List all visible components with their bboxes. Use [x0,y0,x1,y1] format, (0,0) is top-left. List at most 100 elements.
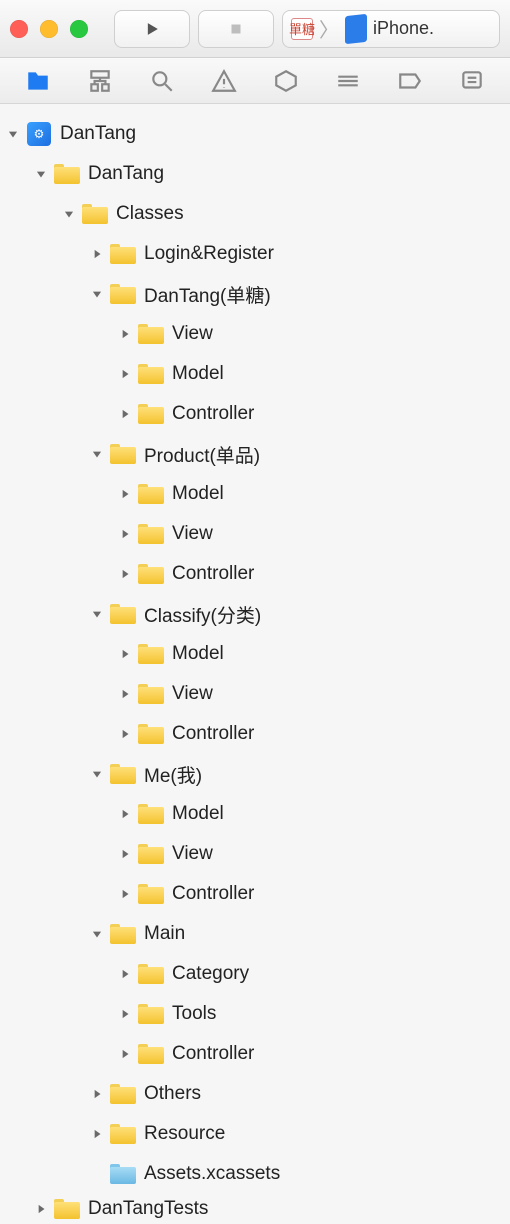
disclosure-triangle-icon[interactable] [114,683,136,705]
debug-navigator-icon[interactable] [334,67,362,95]
disclosure-triangle-icon[interactable] [30,163,52,185]
tree-row[interactable]: Model [0,634,510,674]
tree-row-label: DanTang [60,123,136,145]
tree-row[interactable]: Controller [0,874,510,914]
disclosure-triangle-icon[interactable] [114,723,136,745]
tree-row-label: Controller [172,723,254,745]
tree-row-label: Model [172,363,224,385]
tree-row[interactable]: ⚙DanTang [0,114,510,154]
disclosure-triangle-icon[interactable] [114,523,136,545]
disclosure-triangle-icon[interactable] [86,283,108,305]
folder-icon [138,883,164,905]
close-window-icon[interactable] [10,20,28,38]
report-navigator-icon[interactable] [458,67,486,95]
folder-icon [138,323,164,345]
folder-icon [138,1043,164,1065]
scheme-selector[interactable]: 單糖 〉 iPhone. [282,10,500,48]
stop-icon [227,20,245,38]
breakpoint-navigator-icon[interactable] [396,67,424,95]
tree-row[interactable]: View [0,834,510,874]
tree-row-label: Controller [172,1043,254,1065]
project-navigator-tree[interactable]: ⚙DanTangDanTangClassesLogin&RegisterDanT… [0,104,510,1222]
disclosure-triangle-icon[interactable] [86,603,108,625]
disclosure-triangle-icon[interactable] [114,403,136,425]
tree-row-label: Classify(分类) [144,601,261,628]
folder-icon [138,403,164,425]
disclosure-triangle-icon[interactable] [114,323,136,345]
tree-row[interactable]: Main [0,914,510,954]
folder-icon [138,723,164,745]
issue-navigator-icon[interactable] [210,67,238,95]
tree-row[interactable]: View [0,514,510,554]
disclosure-triangle-icon[interactable] [114,483,136,505]
disclosure-triangle-icon[interactable] [114,963,136,985]
tree-row[interactable]: Controller [0,714,510,754]
disclosure-triangle-icon[interactable] [114,803,136,825]
folder-icon [138,963,164,985]
tree-row-label: Others [144,1083,201,1105]
tree-row-label: Controller [172,403,254,425]
window-titlebar: 單糖 〉 iPhone. [0,0,510,58]
disclosure-triangle-icon[interactable] [114,843,136,865]
disclosure-triangle-icon[interactable] [86,1083,108,1105]
source-control-navigator-icon[interactable] [86,67,114,95]
disclosure-triangle-icon[interactable] [86,763,108,785]
disclosure-triangle-icon[interactable] [30,1198,52,1220]
disclosure-triangle-icon[interactable] [114,1043,136,1065]
find-navigator-icon[interactable] [148,67,176,95]
tree-row-label: DanTang(单糖) [144,281,271,308]
tree-row[interactable]: Classify(分类) [0,594,510,634]
scheme-app-icon: 單糖 [291,18,313,40]
tree-row[interactable]: Others [0,1074,510,1114]
tree-row-label: Category [172,963,249,985]
tree-row[interactable]: View [0,314,510,354]
disclosure-triangle-icon[interactable] [86,443,108,465]
folder-icon [138,363,164,385]
chevron-right-icon: 〉 [319,14,339,43]
tree-row[interactable]: View [0,674,510,714]
scheme-device-label: iPhone. [373,18,434,39]
minimize-window-icon[interactable] [40,20,58,38]
tree-row[interactable]: Category [0,954,510,994]
tree-row-label: Tools [172,1003,216,1025]
disclosure-triangle-icon[interactable] [86,923,108,945]
tree-row[interactable]: Product(单品) [0,434,510,474]
test-navigator-icon[interactable] [272,67,300,95]
disclosure-triangle-icon[interactable] [58,203,80,225]
tree-row[interactable]: DanTang(单糖) [0,274,510,314]
folder-icon [110,1123,136,1145]
zoom-window-icon[interactable] [70,20,88,38]
tree-row-label: Resource [144,1123,225,1145]
tree-row[interactable]: Me(我) [0,754,510,794]
project-navigator-icon[interactable] [24,67,52,95]
disclosure-triangle-icon[interactable] [114,883,136,905]
tree-row-label: View [172,323,213,345]
stop-button[interactable] [198,10,274,48]
disclosure-triangle-icon[interactable] [2,123,24,145]
tree-row[interactable]: Controller [0,394,510,434]
tree-row[interactable]: Model [0,794,510,834]
tree-row[interactable]: Resource [0,1114,510,1154]
tree-row[interactable]: Assets.xcassets [0,1154,510,1194]
tree-row[interactable]: DanTang [0,154,510,194]
tree-row[interactable]: Tools [0,994,510,1034]
disclosure-triangle-icon[interactable] [114,363,136,385]
disclosure-triangle-icon[interactable] [86,1123,108,1145]
folder-icon [138,523,164,545]
folder-icon [54,1198,80,1220]
disclosure-triangle-icon[interactable] [114,1003,136,1025]
tree-row[interactable]: Model [0,354,510,394]
tree-row-label: Controller [172,563,254,585]
folder-icon [138,483,164,505]
tree-row[interactable]: Model [0,474,510,514]
tree-row[interactable]: Classes [0,194,510,234]
disclosure-triangle-icon[interactable] [114,643,136,665]
tree-row[interactable]: Login&Register [0,234,510,274]
tree-row[interactable]: DanTangTests [0,1194,510,1222]
tree-row[interactable]: Controller [0,1034,510,1074]
tree-row[interactable]: Controller [0,554,510,594]
disclosure-triangle-icon[interactable] [86,243,108,265]
run-button[interactable] [114,10,190,48]
disclosure-triangle-icon[interactable] [114,563,136,585]
assets-folder-icon [110,1163,136,1185]
